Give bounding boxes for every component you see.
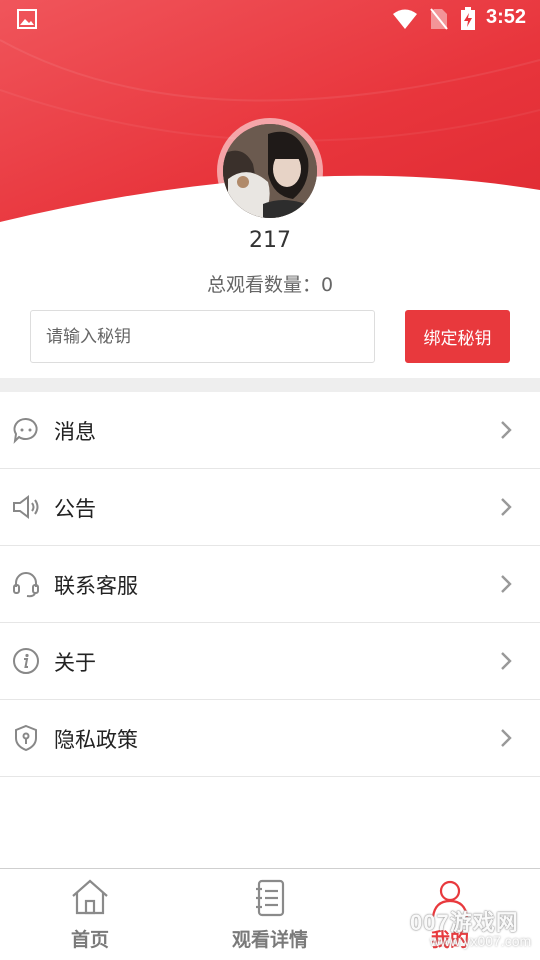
chevron-right-icon — [501, 575, 512, 593]
shield-icon — [15, 724, 37, 752]
message-icon — [13, 417, 38, 444]
nav-tab-mine[interactable]: 我的 — [360, 869, 540, 960]
menu-item-label: 隐私政策 — [54, 728, 138, 752]
menu-item-about[interactable]: 关于 — [0, 623, 540, 700]
battery-charging-icon — [461, 7, 475, 30]
section-divider — [0, 378, 540, 392]
notebook-icon — [256, 879, 285, 917]
avatar[interactable] — [223, 124, 317, 218]
info-icon — [13, 648, 39, 674]
no-sim-icon — [430, 8, 448, 30]
avatar-ring — [217, 118, 323, 224]
nav-tab-label: 我的 — [430, 929, 469, 951]
menu-item-customer-service[interactable]: 联系客服 — [0, 546, 540, 623]
wifi-icon — [393, 9, 417, 29]
username: 217 — [249, 228, 291, 253]
bottom-navigation: 首页 观看详情 我的 — [0, 868, 540, 960]
chevron-right-icon — [501, 498, 512, 516]
nav-tab-watch-details[interactable]: 观看详情 — [180, 869, 360, 960]
menu-item-announcements[interactable]: 公告 — [0, 469, 540, 546]
clock: 3:52 — [486, 6, 527, 28]
total-view-count: 总观看数量：0 — [206, 274, 334, 296]
speaker-icon — [13, 495, 39, 519]
nav-tab-label: 观看详情 — [231, 929, 308, 951]
chevron-right-icon — [501, 652, 512, 670]
menu-item-label: 公告 — [54, 497, 96, 521]
nav-tab-home[interactable]: 首页 — [0, 869, 180, 960]
user-icon — [431, 880, 469, 918]
menu-item-label: 消息 — [54, 420, 96, 444]
menu-item-label: 联系客服 — [54, 574, 138, 598]
menu-item-label: 关于 — [54, 651, 96, 675]
headset-icon — [13, 572, 39, 598]
secret-key-input[interactable] — [30, 310, 375, 363]
bind-key-button[interactable]: 绑定秘钥 — [405, 310, 510, 363]
nav-tab-label: 首页 — [70, 929, 109, 951]
status-bar: 3:52 — [0, 0, 540, 38]
chevron-right-icon — [501, 729, 512, 747]
home-icon — [72, 879, 108, 915]
gallery-icon — [17, 9, 37, 29]
menu-item-privacy-policy[interactable]: 隐私政策 — [0, 700, 540, 777]
profile-screen: 3:52 217 总观看数量：0 绑定秘钥 消息 — [0, 0, 540, 960]
chevron-right-icon — [501, 421, 512, 439]
menu-item-messages[interactable]: 消息 — [0, 392, 540, 469]
settings-menu: 消息 公告 联系客服 关于 隐私政策 — [0, 392, 540, 777]
